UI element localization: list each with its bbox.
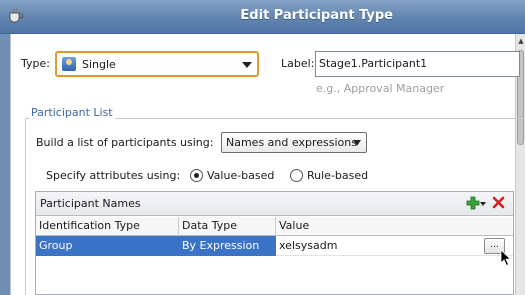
build-list-value: Names and expressions [226, 136, 357, 149]
label-field-label: Label: [281, 57, 315, 70]
delete-icon[interactable] [492, 196, 505, 209]
build-list-dropdown[interactable]: Names and expressions [221, 132, 367, 153]
value-based-label[interactable]: Value-based [207, 169, 274, 182]
scroll-up-icon[interactable]: ▲ [517, 36, 525, 46]
participant-names-table: Participant Names Identification Type Da… [35, 191, 514, 295]
column-header-identification-type[interactable]: Identification Type [36, 217, 179, 236]
participant-list-title: Participant List [29, 106, 115, 119]
table-title: Participant Names [40, 197, 141, 210]
table-row[interactable]: Group By Expression xelsysadm ... [36, 236, 513, 256]
rule-based-label[interactable]: Rule-based [307, 169, 368, 182]
rule-based-radio[interactable] [290, 169, 303, 182]
add-dropdown-caret-icon[interactable] [480, 202, 486, 206]
type-combobox[interactable]: Single [55, 51, 259, 77]
type-label: Type: [21, 57, 50, 70]
cell-value[interactable]: xelsysadm ... [276, 236, 513, 256]
type-value: Single [82, 58, 116, 71]
label-input[interactable]: Stage1.Participant1 [315, 51, 520, 77]
chevron-down-icon[interactable] [353, 140, 361, 146]
single-participant-icon [62, 57, 76, 71]
build-list-label: Build a list of participants using: [36, 136, 214, 149]
value-based-radio[interactable] [190, 169, 203, 182]
specify-attributes-label: Specify attributes using: [46, 169, 181, 182]
column-header-data-type[interactable]: Data Type [179, 217, 276, 236]
label-hint: e.g., Approval Manager [316, 82, 445, 95]
window-title: Edit Participant Type [240, 8, 393, 23]
add-icon[interactable] [466, 196, 480, 210]
column-header-value[interactable]: Value [276, 217, 513, 236]
mouse-pointer-icon [500, 249, 512, 267]
cell-identification-type[interactable]: Group [36, 236, 179, 256]
cell-data-type[interactable]: By Expression [179, 236, 276, 256]
title-bar: Edit Participant Type [0, 0, 525, 34]
table-header-bar: Participant Names [36, 192, 513, 216]
chevron-down-icon[interactable] [242, 62, 252, 68]
